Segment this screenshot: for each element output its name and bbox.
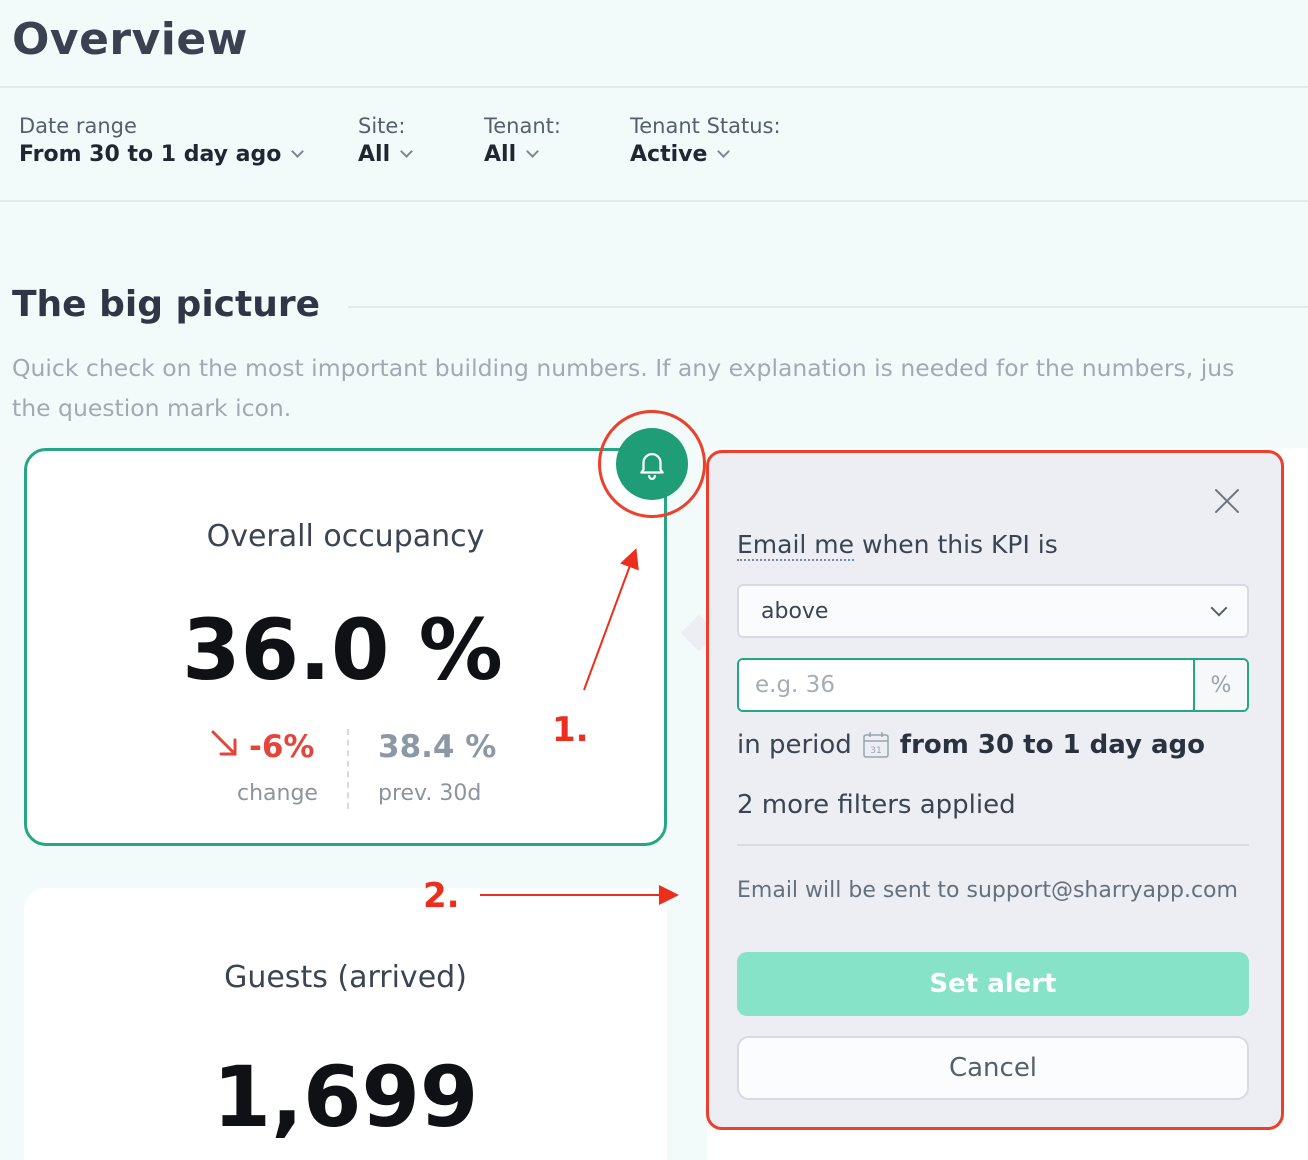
filter-value: All: [484, 142, 517, 167]
filters-divider: [0, 200, 1308, 202]
filter-label: Tenant Status:: [630, 114, 781, 138]
kpi-prev-value: 38.4 %: [378, 729, 497, 765]
annotation-label-2: 2.: [423, 876, 460, 916]
section-divider: [348, 306, 1308, 308]
email-note: Email will be sent to support@sharryapp.…: [737, 878, 1238, 903]
alert-heading-text: when this KPI is: [854, 530, 1058, 559]
threshold-input-group: %: [737, 658, 1249, 712]
filter-value: All: [358, 142, 391, 167]
chevron-down-icon: [1210, 599, 1228, 617]
close-icon[interactable]: [1212, 486, 1242, 516]
condition-select[interactable]: above: [737, 584, 1249, 638]
popover-divider: [737, 844, 1249, 846]
filter-tenant[interactable]: Tenant: All: [484, 114, 561, 167]
svg-text:31: 31: [870, 746, 881, 756]
chevron-down-icon: [526, 145, 539, 158]
annotation-circle: [598, 410, 706, 518]
kpi-value: 1,699: [212, 1048, 479, 1146]
cancel-button[interactable]: Cancel: [737, 1036, 1249, 1100]
annotation-label-1: 1.: [552, 710, 589, 750]
filter-value: From 30 to 1 day ago: [19, 142, 282, 167]
chevron-down-icon: [400, 145, 413, 158]
kpi-prev-label: prev. 30d: [378, 781, 482, 806]
filter-tenant-status[interactable]: Tenant Status: Active: [630, 114, 781, 167]
kpi-divider: [347, 729, 349, 809]
kpi-card-guests: Guests (arrived) 1,699: [24, 888, 667, 1160]
kpi-change-label: change: [237, 781, 318, 806]
period-value: from 30 to 1 day ago: [899, 730, 1206, 760]
chevron-down-icon: [717, 145, 731, 158]
filter-site[interactable]: Site: All: [358, 114, 413, 167]
page-title: Overview: [12, 14, 248, 65]
calendar-icon: 31: [863, 732, 889, 758]
filter-value: Active: [630, 142, 708, 167]
filter-date-range[interactable]: Date range From 30 to 1 day ago: [19, 114, 305, 167]
filters-note: 2 more filters applied: [737, 790, 1016, 820]
kpi-title: Guests (arrived): [224, 960, 467, 995]
alert-period: in period 31 from 30 to 1 day ago: [737, 730, 1205, 760]
kpi-change: -6%: [249, 729, 315, 765]
annotation-arrow-2: [480, 885, 679, 905]
annotation-arrow-1: [583, 548, 639, 691]
filter-label: Date range: [19, 114, 137, 138]
arrow-down-right-icon: [209, 727, 239, 767]
threshold-unit: %: [1193, 660, 1247, 710]
filter-label: Site:: [358, 114, 406, 138]
header-divider: [0, 86, 1308, 88]
condition-select-value: above: [761, 598, 829, 624]
alert-heading-tooltip-term[interactable]: Email me: [737, 530, 855, 561]
section-description-line: Quick check on the most important buildi…: [12, 354, 1235, 382]
alert-heading: Email me when this KPI is: [737, 530, 1058, 561]
section-title: The big picture: [12, 284, 321, 325]
period-label: in period: [737, 730, 852, 760]
chevron-down-icon: [291, 145, 305, 158]
filter-label: Tenant:: [484, 114, 561, 138]
threshold-input[interactable]: [739, 660, 1193, 710]
set-alert-button[interactable]: Set alert: [737, 952, 1249, 1016]
